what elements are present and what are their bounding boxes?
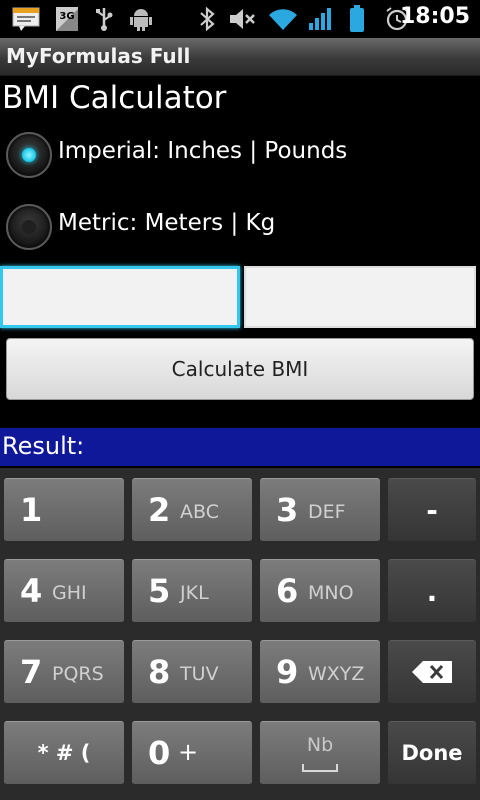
radio-button-imperial[interactable] bbox=[6, 132, 52, 178]
bluetooth-icon bbox=[196, 6, 218, 32]
key-digit: 1 bbox=[20, 491, 43, 529]
key-letters: ABC bbox=[180, 501, 219, 523]
usb-icon bbox=[92, 6, 116, 32]
key-decimal-point[interactable]: . bbox=[388, 559, 476, 623]
space-icon bbox=[302, 764, 338, 772]
result-bar: Result: bbox=[0, 428, 480, 466]
key-symbol: * # ( bbox=[37, 741, 91, 765]
key-digit: 3 bbox=[276, 491, 299, 529]
key-digit: 0 bbox=[148, 734, 171, 772]
radio-selected-dot bbox=[22, 148, 36, 162]
key-letters: PQRS bbox=[52, 663, 104, 685]
radio-label-metric: Metric: Meters | Kg bbox=[58, 210, 276, 236]
wifi-icon bbox=[266, 6, 300, 32]
key-3[interactable]: 3 DEF bbox=[260, 478, 380, 542]
key-8[interactable]: 8 TUV bbox=[132, 640, 252, 704]
key-letters: DEF bbox=[308, 501, 346, 523]
weight-input-box[interactable] bbox=[244, 266, 476, 328]
key-7[interactable]: 7 PQRS bbox=[4, 640, 124, 704]
key-letters: WXYZ bbox=[308, 663, 365, 685]
key-backspace[interactable] bbox=[388, 640, 476, 704]
backspace-icon bbox=[388, 641, 476, 703]
key-9[interactable]: 9 WXYZ bbox=[260, 640, 380, 704]
numeric-keypad: 1 2 ABC 3 DEF - 4 GHI 5 JKL 6 MNO . 7 PQ… bbox=[0, 468, 480, 800]
height-input-box[interactable] bbox=[0, 266, 240, 328]
battery-icon bbox=[346, 5, 368, 32]
status-bar: 3G 18:05 bbox=[0, 0, 480, 38]
key-symbols[interactable]: * # ( bbox=[4, 721, 124, 785]
key-minus[interactable]: - bbox=[388, 478, 476, 542]
key-digit: 8 bbox=[148, 653, 171, 691]
weight-input[interactable] bbox=[246, 268, 474, 326]
key-5[interactable]: 5 JKL bbox=[132, 559, 252, 623]
key-digit: 5 bbox=[148, 572, 171, 610]
key-space[interactable]: Nb bbox=[260, 721, 380, 785]
key-letters: JKL bbox=[180, 582, 209, 604]
mute-icon bbox=[228, 6, 258, 32]
key-digit: 2 bbox=[148, 491, 171, 529]
key-0[interactable]: 0 + bbox=[132, 721, 252, 785]
height-input[interactable] bbox=[3, 269, 237, 325]
key-1[interactable]: 1 bbox=[4, 478, 124, 542]
signal-icon bbox=[306, 6, 336, 32]
3g-icon: 3G bbox=[54, 6, 80, 32]
network-type-label: 3G bbox=[59, 11, 74, 22]
key-digit: 7 bbox=[20, 653, 43, 691]
key-symbol: - bbox=[426, 493, 438, 527]
key-symbol: . bbox=[426, 574, 438, 608]
result-label: Result: bbox=[2, 432, 85, 460]
key-letters: TUV bbox=[180, 663, 219, 685]
key-letters: MNO bbox=[308, 582, 354, 604]
key-2[interactable]: 2 ABC bbox=[132, 478, 252, 542]
android-debug-icon bbox=[128, 6, 154, 32]
radio-label-imperial: Imperial: Inches | Pounds bbox=[58, 138, 348, 164]
key-symbol: Nb bbox=[306, 734, 334, 756]
key-letters: GHI bbox=[52, 582, 87, 604]
app-title-bar: MyFormulas Full bbox=[0, 38, 480, 76]
key-digit: 4 bbox=[20, 572, 43, 610]
key-symbol: Done bbox=[401, 741, 463, 765]
clock-time: 18:05 bbox=[399, 4, 470, 29]
notification-icon[interactable] bbox=[10, 6, 42, 32]
page-title: BMI Calculator bbox=[2, 80, 227, 116]
radio-option-metric[interactable]: Metric: Meters | Kg bbox=[0, 200, 480, 258]
radio-unselected-dot bbox=[22, 220, 36, 234]
done-button[interactable]: Done bbox=[388, 721, 476, 785]
key-4[interactable]: 4 GHI bbox=[4, 559, 124, 623]
key-letters: + bbox=[178, 738, 199, 766]
app-title: MyFormulas Full bbox=[6, 44, 191, 68]
key-digit: 6 bbox=[276, 572, 299, 610]
radio-option-imperial[interactable]: Imperial: Inches | Pounds bbox=[0, 128, 480, 186]
key-digit: 9 bbox=[276, 653, 299, 691]
radio-button-metric[interactable] bbox=[6, 204, 52, 250]
key-6[interactable]: 6 MNO bbox=[260, 559, 380, 623]
calculate-bmi-button[interactable]: Calculate BMI bbox=[6, 338, 474, 400]
